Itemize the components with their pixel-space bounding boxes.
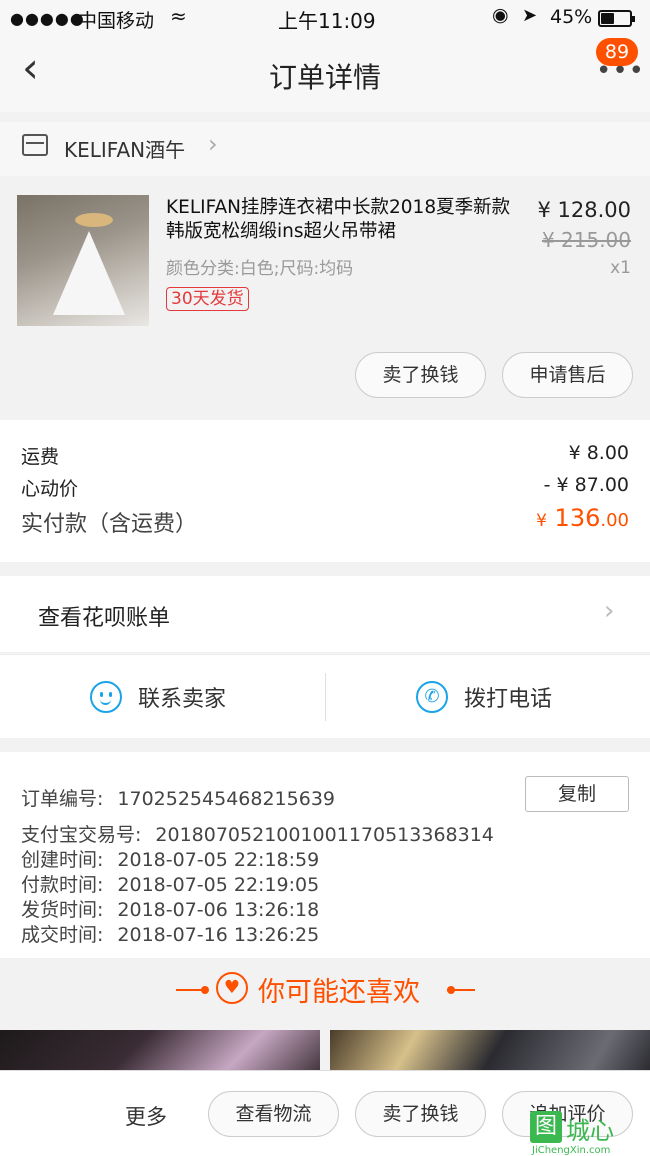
rotation-lock-icon: ◉ bbox=[492, 4, 509, 26]
copy-button[interactable]: 复制 bbox=[525, 776, 629, 812]
discount-value: - ¥ 87.00 bbox=[543, 474, 629, 496]
message-badge: 89 bbox=[596, 38, 638, 66]
watermark: 图 城心 JiChengXin.com bbox=[530, 1111, 646, 1156]
watermark-logo-icon: 图 bbox=[530, 1111, 562, 1143]
original-price: ¥ 215.00 bbox=[541, 228, 631, 252]
status-bar: ●●●●● 中国移动 ≈ 上午11:09 ◉ ➤ 45% bbox=[0, 0, 650, 38]
phone-icon: ✆ bbox=[416, 681, 448, 713]
product-card[interactable]: KELIFAN挂脖连衣裙中长款2018夏季新款韩版宽松绸缎ins超火吊带裙 颜色… bbox=[0, 184, 650, 414]
store-icon bbox=[22, 134, 48, 156]
recommend-header: ♥ 你可能还喜欢 bbox=[0, 960, 650, 1030]
order-number-row: 订单编号: 170252545468215639 bbox=[21, 788, 335, 810]
contact-seller-button[interactable]: 联系卖家 bbox=[138, 681, 226, 713]
shipping-fee-value: ¥ 8.00 bbox=[568, 442, 629, 464]
alipay-trade-row: 支付宝交易号: 2018070521001001170513368314 bbox=[21, 824, 494, 846]
chevron-right-icon: › bbox=[604, 596, 615, 626]
sell-button[interactable]: 卖了换钱 bbox=[355, 1091, 486, 1137]
discount-label: 心动价 bbox=[21, 478, 79, 500]
huabei-bill-label: 查看花呗账单 bbox=[38, 606, 171, 631]
battery-percent: 45% bbox=[550, 6, 593, 28]
more-button[interactable]: 更多 bbox=[125, 1101, 167, 1131]
status-time: 上午11:09 bbox=[278, 9, 376, 33]
fees-section: 运费 ¥ 8.00 心动价 - ¥ 87.00 实付款（含运费） ¥ 136.0… bbox=[0, 420, 650, 562]
contact-row: 联系卖家 ✆ 拨打电话 bbox=[0, 654, 650, 738]
signal-strength-icon: ●●●●● bbox=[10, 9, 85, 28]
order-info-section: 订单编号: 170252545468215639 复制 支付宝交易号: 201807… bbox=[0, 752, 650, 958]
divider bbox=[447, 989, 475, 991]
shipping-tag: 30天发货 bbox=[166, 287, 249, 311]
call-button[interactable]: 拨打电话 bbox=[464, 681, 552, 713]
view-logistics-button[interactable]: 查看物流 bbox=[208, 1091, 339, 1137]
completed-time-row: 成交时间: 2018-07-16 13:26:25 bbox=[21, 924, 320, 946]
chevron-right-icon: › bbox=[208, 130, 218, 158]
wifi-icon: ≈ bbox=[170, 4, 187, 28]
location-icon: ➤ bbox=[522, 5, 538, 26]
divider-dot bbox=[201, 986, 209, 994]
divider bbox=[176, 989, 204, 991]
shipping-fee-label: 运费 bbox=[21, 446, 60, 468]
page-title: 订单详情 bbox=[268, 61, 381, 94]
nav-bar: ‹ 订单详情 ••• 89 bbox=[0, 38, 650, 112]
sell-button[interactable]: 卖了换钱 bbox=[355, 352, 486, 398]
carrier-name: 中国移动 bbox=[78, 10, 155, 32]
heart-icon: ♥ bbox=[216, 972, 248, 1004]
battery-icon bbox=[598, 10, 635, 27]
product-sku: 颜色分类:白色;尺码:均码 bbox=[166, 259, 354, 279]
shop-name: KELIFAN酒午 bbox=[64, 138, 186, 162]
recommend-title: 你可能还喜欢 bbox=[258, 977, 420, 1008]
huabei-bill-row[interactable]: 查看花呗账单 › bbox=[0, 576, 650, 652]
paid-value: ¥ 136.00 bbox=[536, 504, 629, 532]
product-thumbnail[interactable] bbox=[17, 195, 149, 326]
product-price: ¥ 128.00 bbox=[537, 198, 631, 222]
after-sale-button[interactable]: 申请售后 bbox=[502, 352, 633, 398]
paid-label: 实付款（含运费） bbox=[21, 512, 198, 537]
shop-row[interactable]: KELIFAN酒午 › bbox=[0, 122, 650, 176]
chat-smile-icon bbox=[90, 681, 122, 713]
shipped-time-row: 发货时间: 2018-07-06 13:26:18 bbox=[21, 899, 320, 921]
bottom-action-bar: 更多 查看物流 卖了换钱 追加评价 图 城心 JiChengXin.com bbox=[0, 1070, 650, 1156]
created-time-row: 创建时间: 2018-07-05 22:18:59 bbox=[21, 849, 320, 871]
product-quantity: x1 bbox=[610, 258, 631, 278]
paid-time-row: 付款时间: 2018-07-05 22:19:05 bbox=[21, 874, 320, 896]
divider bbox=[325, 673, 326, 721]
watermark-text: 城心 bbox=[566, 1117, 614, 1145]
product-title[interactable]: KELIFAN挂脖连衣裙中长款2018夏季新款韩版宽松绸缎ins超火吊带裙 bbox=[166, 196, 516, 244]
watermark-url: JiChengXin.com bbox=[532, 1145, 611, 1156]
